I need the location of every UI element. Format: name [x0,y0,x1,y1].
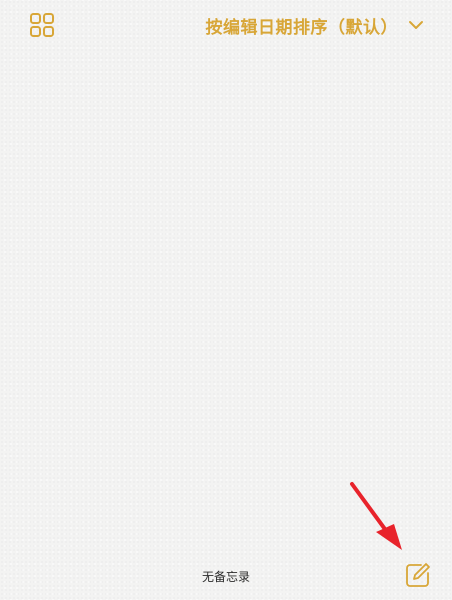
red-arrow-icon [346,480,406,552]
compose-note-icon [406,563,430,587]
top-toolbar: 按编辑日期排序（默认） [0,0,452,52]
grid-view-button[interactable] [28,11,56,39]
sort-label: 按编辑日期排序（默认） [205,17,398,38]
chevron-down-icon [409,21,423,29]
note-count-status: 无备忘录 [201,570,250,584]
sort-dropdown[interactable]: 按编辑日期排序（默认） [206,12,425,38]
grid-four-squares-icon [30,13,54,37]
new-note-button[interactable] [404,561,432,589]
